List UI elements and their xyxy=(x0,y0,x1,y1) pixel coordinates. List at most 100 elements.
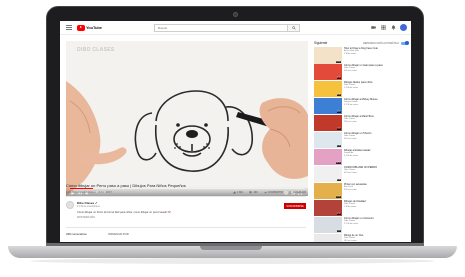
video-thumbnail[interactable]: 7:21 xyxy=(314,115,342,131)
video-duration: 7:21 xyxy=(336,128,341,130)
video-duration: 12:04 xyxy=(335,61,341,63)
recommended-video[interactable]: 4:58 CÓMO DIBUJAR UN PERRO Dibo Clases 410 … xyxy=(314,166,408,183)
recommended-video-views: 1 M de vistas xyxy=(344,206,357,208)
thumbs-down-icon xyxy=(249,190,253,194)
create-video-icon[interactable] xyxy=(370,25,376,31)
recommended-video-info: Cómo dibujar un Unicornio Dibo Clases 2,2 … xyxy=(344,217,406,226)
video-title: Cómo dibujar un Perro paso a paso | Dibu… xyxy=(66,183,186,188)
recommended-video-views: 950 mil vistas xyxy=(344,70,357,72)
recommended-video[interactable]: 9:02 Cómo dibujar a Mickey Mouse Dibujos K… xyxy=(314,98,408,115)
recommended-video-views: 620 mil vistas xyxy=(344,138,357,140)
video-thumbnail[interactable]: 6:15 xyxy=(314,64,342,80)
recommended-video-info: Pintar con acuarelas Arte Fácil 300 mil vi… xyxy=(344,183,406,192)
video-player[interactable]: DIBO CLASES 0:43 / 3:52 xyxy=(66,41,308,196)
autoplay-toggle[interactable] xyxy=(401,40,409,45)
video-duration: 11:45 xyxy=(335,196,341,198)
video-duration: 10:12 xyxy=(335,162,341,164)
recommended-video-views: 2,2 M de vistas xyxy=(344,223,358,225)
video-frame-drawing xyxy=(66,41,308,196)
youtube-header: YouTube xyxy=(60,21,411,35)
video-duration: 4:58 xyxy=(336,179,341,181)
video-duration: 6:50 xyxy=(336,213,341,215)
autoplay-label: REPRODUCCIÓN AUTOMÁTICA xyxy=(363,41,399,45)
up-next-header: Siguiente REPRODUCCIÓN AUTOMÁTICA xyxy=(314,39,409,47)
subscriber-count: 2,3 M de suscriptores xyxy=(77,205,100,208)
recommended-video-info: Cómo dibujar un Gato paso a paso Dibo Cla… xyxy=(344,64,406,73)
recommended-video[interactable]: 7:21 Cómo dibujar a Mario Bros Dibo Clases… xyxy=(314,115,408,132)
youtube-play-icon xyxy=(77,24,85,31)
video-thumbnail[interactable]: 12:04 xyxy=(314,47,342,64)
share-button[interactable]: COMPARTIR xyxy=(263,191,283,194)
webcam-icon xyxy=(233,12,238,17)
video-thumbnail[interactable]: 5:33 xyxy=(314,132,342,148)
recommended-video-info: Cómo dibujar a Mickey Mouse Dibujos Kawai… xyxy=(344,98,406,107)
recommended-video-views: 1,4 M de vistas xyxy=(344,87,358,89)
recommended-video-info: How to Draw a Dog Face Cute Art for Kids … xyxy=(344,47,406,56)
video-duration: 7:05 xyxy=(336,230,341,232)
youtube-logo[interactable]: YouTube xyxy=(77,24,102,31)
recommended-video-info: CÓMO DIBUJAR UN PERRO Dibo Clases 410 mil … xyxy=(344,166,406,175)
recommended-video-views: 780 mil vistas xyxy=(344,121,357,123)
up-next-label: Siguiente xyxy=(314,41,328,45)
user-avatar[interactable] xyxy=(400,24,407,31)
recommended-video-info: Cómo dibujar un Tiburón Dibo Clases 620 mi… xyxy=(344,132,406,141)
laptop-notch xyxy=(200,246,262,250)
search-input[interactable] xyxy=(155,25,287,31)
save-label: GUARDAR xyxy=(293,190,306,194)
subscribe-button[interactable]: SUSCRIBIRSE xyxy=(284,203,306,209)
video-duration: 5:33 xyxy=(336,145,341,147)
comment-count: 348 comentarios xyxy=(66,232,87,236)
screen: YouTube Buscar DIBO CLASES 0:43 / 3:52 C… xyxy=(60,21,411,242)
recommended-video[interactable]: 6:15 Cómo dibujar un Gato paso a paso Dibo… xyxy=(314,64,408,81)
hamburger-menu-icon[interactable] xyxy=(64,21,74,35)
recommended-video[interactable]: 11:45 Pintar con acuarelas Arte Fácil 300 m… xyxy=(314,183,408,200)
laptop-shadow xyxy=(30,258,435,264)
video-description: Cómo dibujar un Perro de forma fácil par… xyxy=(77,211,171,214)
recommended-video[interactable]: 8:40 Dibujos fáciles para niños Dibo Clase… xyxy=(314,81,408,98)
video-thumbnail[interactable]: 7:05 xyxy=(314,217,342,233)
save-button[interactable]: GUARDAR xyxy=(289,191,306,194)
header-icons xyxy=(370,24,407,31)
recommended-video-info: Dibujar animales kawaii Kawaii Art 2,6 M d… xyxy=(344,149,406,158)
video-duration: 8:40 xyxy=(336,94,341,96)
video-thumbnail[interactable]: 10:12 xyxy=(314,149,342,165)
video-thumbnail[interactable]: 9:02 xyxy=(314,98,342,114)
video-meta-row: 128.411 reproducciones • 4 dic. 2017 1 M… xyxy=(66,189,306,195)
recommended-video[interactable]: 5:12Dibujo de un OsoDibo Clases540 mil v… xyxy=(314,234,408,242)
recommended-video[interactable]: 6:50 Dibujos de Navidad Dibo Clases 1 M de … xyxy=(314,200,408,217)
channel-watermark: DIBO CLASES xyxy=(77,47,115,53)
dislike-count: 160 xyxy=(253,190,258,194)
video-duration: 9:02 xyxy=(336,111,341,113)
recommended-video[interactable]: 7:05 Cómo dibujar un Unicornio Dibo Clases… xyxy=(314,217,408,234)
recommended-video-info: Dibujo de un Oso Dibo Clases 540 mil vista… xyxy=(344,234,406,242)
apps-grid-icon[interactable] xyxy=(380,25,386,31)
playlist-add-icon xyxy=(289,191,293,194)
video-thumbnail[interactable]: 5:12 xyxy=(314,234,342,242)
recommended-video-views: 3,1 M de vistas xyxy=(344,104,358,106)
like-button[interactable]: 1 MIL xyxy=(233,190,243,194)
dislike-button[interactable]: 160 xyxy=(249,190,258,194)
recommended-video-views: 300 mil vistas xyxy=(344,189,357,191)
thumbs-up-icon xyxy=(233,190,236,194)
show-more-link[interactable]: MOSTRAR MÁS xyxy=(77,216,95,219)
video-thumbnail[interactable]: 11:45 xyxy=(314,183,342,199)
recommended-video-views: 2 M de vistas xyxy=(344,53,357,55)
recommended-video-info: Dibujos de Navidad Dibo Clases 1 M de vist… xyxy=(344,200,406,209)
video-thumbnail[interactable]: 6:50 xyxy=(314,200,342,216)
recommended-video-views: 2,6 M de vistas xyxy=(344,155,358,157)
video-thumbnail[interactable]: 8:40 xyxy=(314,81,342,97)
video-thumbnail[interactable]: 4:58 xyxy=(314,166,342,182)
video-duration: 6:15 xyxy=(336,77,341,79)
divider xyxy=(66,196,306,197)
recommendations-sidebar: Siguiente REPRODUCCIÓN AUTOMÁTICA 12:04 H… xyxy=(314,39,409,242)
recommended-video[interactable]: 12:04 How to Draw a Dog Face Cute Art for … xyxy=(314,47,408,64)
channel-avatar[interactable] xyxy=(66,201,74,209)
sort-comments-button[interactable]: ORDENAR POR xyxy=(108,232,129,236)
divider xyxy=(66,227,306,228)
recommended-video-info: Cómo dibujar a Mario Bros Dibo Clases 780 … xyxy=(344,115,406,124)
recommended-video[interactable]: 5:33 Cómo dibujar un Tiburón Dibo Clases 62… xyxy=(314,132,408,149)
notifications-bell-icon[interactable] xyxy=(390,25,396,31)
laptop-mockup: YouTube Buscar DIBO CLASES 0:43 / 3:52 C… xyxy=(0,0,465,277)
search-button[interactable] xyxy=(287,25,299,31)
recommended-video[interactable]: 10:12 Dibujar animales kawaii Kawaii Art 2,… xyxy=(314,149,408,166)
